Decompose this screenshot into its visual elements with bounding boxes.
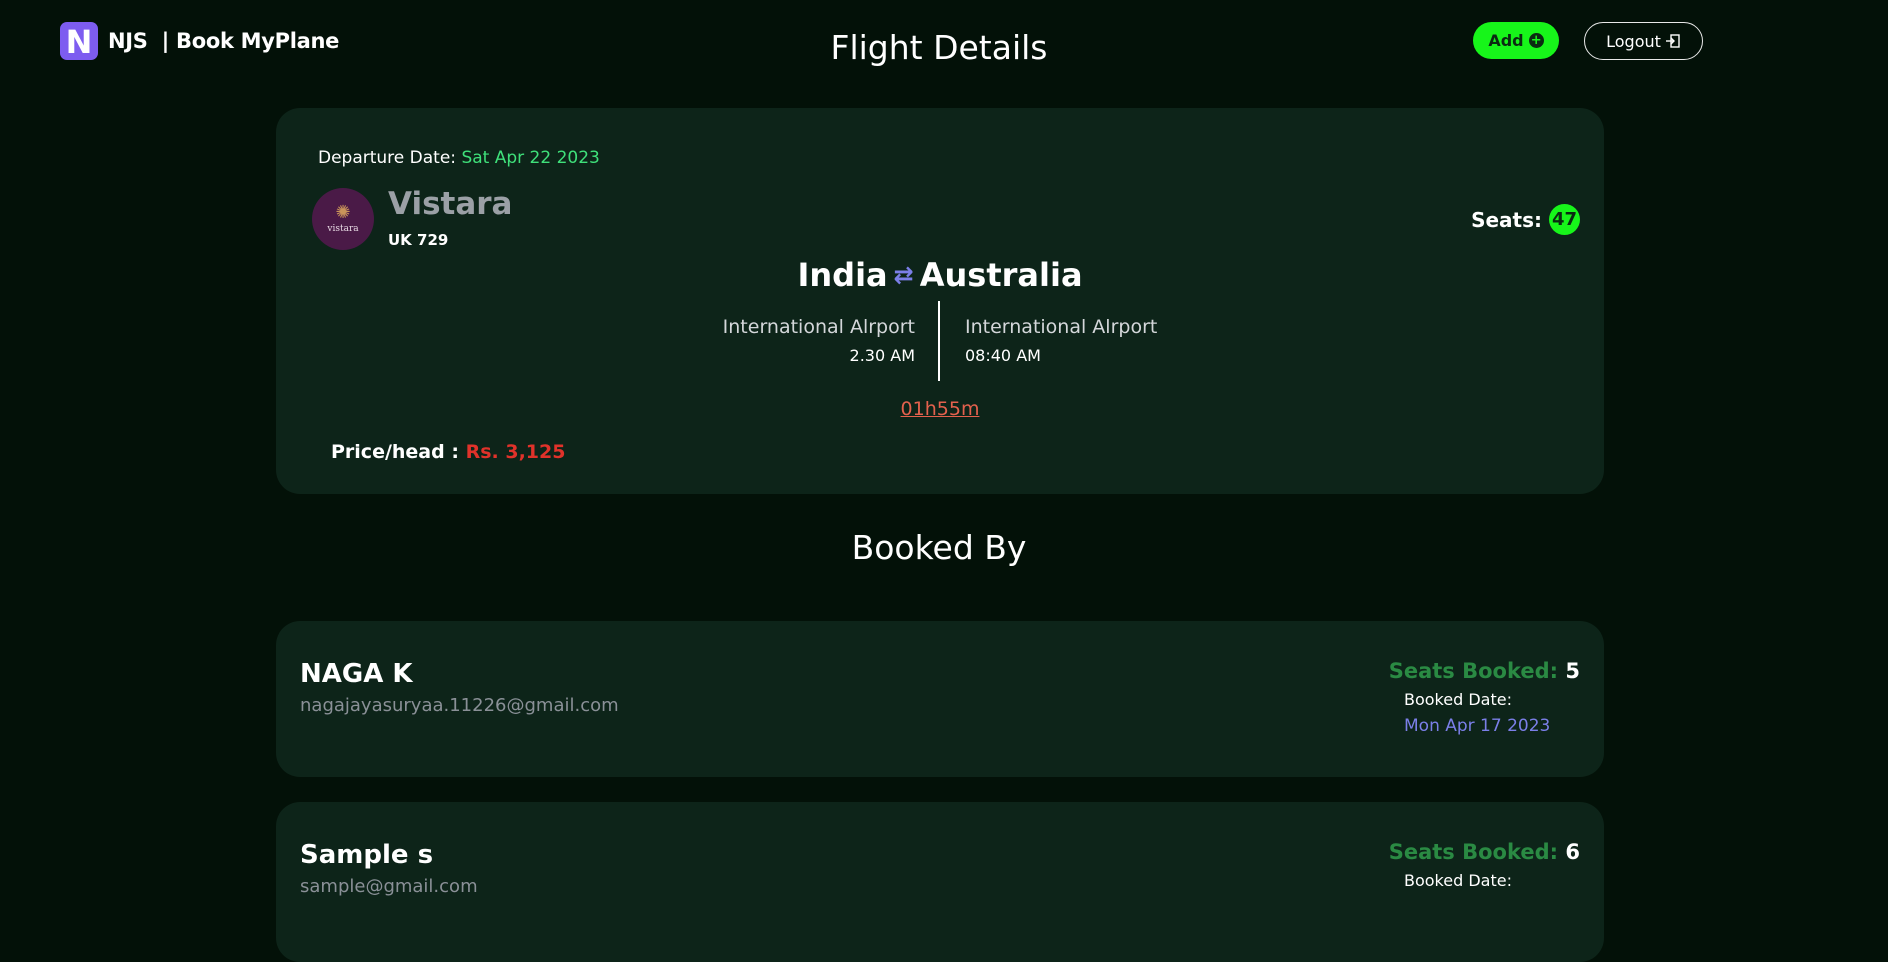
logout-button-label: Logout: [1606, 31, 1661, 51]
seats-booked: Seats Booked: 6: [1389, 840, 1580, 864]
booker-name: Sample s: [300, 840, 434, 870]
seats-booked-count: 6: [1565, 840, 1580, 864]
booked-date-value: Mon Apr 17 2023: [1404, 716, 1551, 736]
destination-time: 08:40 AM: [965, 346, 1041, 365]
booker-email: sample@gmail.com: [300, 876, 478, 897]
departure-date-value: Sat Apr 22 2023: [461, 148, 600, 168]
swap-arrows-icon: ⇄: [893, 261, 914, 289]
booking-card: NAGA K nagajayasuryaa.11226@gmail.com Se…: [276, 621, 1604, 777]
logout-icon: [1665, 34, 1680, 48]
origin-country: India: [797, 256, 888, 294]
seats-label: Seats:: [1471, 207, 1542, 232]
price-per-head: Price/head : Rs. 3,125: [331, 441, 565, 463]
seats-count-badge: 47: [1549, 204, 1580, 235]
origin-time: 2.30 AM: [849, 346, 915, 365]
destination-airport: International Alrport: [965, 316, 1158, 338]
flight-details-card: Departure Date: Sat Apr 22 2023 ✺ vistar…: [276, 108, 1604, 494]
flight-duration-link[interactable]: 01h55m: [276, 398, 1604, 420]
route-divider: [938, 301, 940, 381]
seats-booked-label: Seats Booked:: [1388, 840, 1559, 864]
seats-available: Seats: 47: [1471, 204, 1580, 235]
departure-date-label: Departure Date:: [318, 148, 457, 168]
airline-name: Vistara: [388, 186, 513, 222]
price-label: Price/head :: [331, 441, 459, 463]
flight-number: UK 729: [388, 231, 449, 249]
plus-circle-icon: +: [1528, 33, 1544, 48]
booked-date-label: Booked Date:: [1404, 871, 1512, 890]
seats-booked-label: Seats Booked:: [1388, 659, 1559, 683]
logout-button[interactable]: Logout: [1584, 22, 1703, 60]
seats-booked-count: 5: [1565, 659, 1580, 683]
vistara-emblem-icon: ✺: [335, 202, 351, 223]
booker-email: nagajayasuryaa.11226@gmail.com: [300, 695, 619, 716]
destination-country: Australia: [919, 256, 1083, 294]
airline-logo-text: vistara: [327, 224, 359, 234]
booked-by-heading: Booked By: [851, 528, 1027, 567]
price-value: Rs. 3,125: [465, 441, 566, 463]
departure-date: Departure Date: Sat Apr 22 2023: [318, 148, 600, 168]
booker-name: NAGA K: [300, 659, 413, 689]
add-button[interactable]: Add +: [1473, 22, 1559, 59]
seats-booked: Seats Booked: 5: [1389, 659, 1580, 683]
booking-card: Sample s sample@gmail.com Seats Booked: …: [276, 802, 1604, 962]
booked-date-label: Booked Date:: [1404, 690, 1512, 709]
flight-route: India ⇄ Australia: [276, 256, 1604, 294]
origin-airport: International Alrport: [722, 316, 915, 338]
airline-logo: ✺ vistara: [312, 188, 374, 250]
add-button-label: Add: [1488, 31, 1524, 50]
